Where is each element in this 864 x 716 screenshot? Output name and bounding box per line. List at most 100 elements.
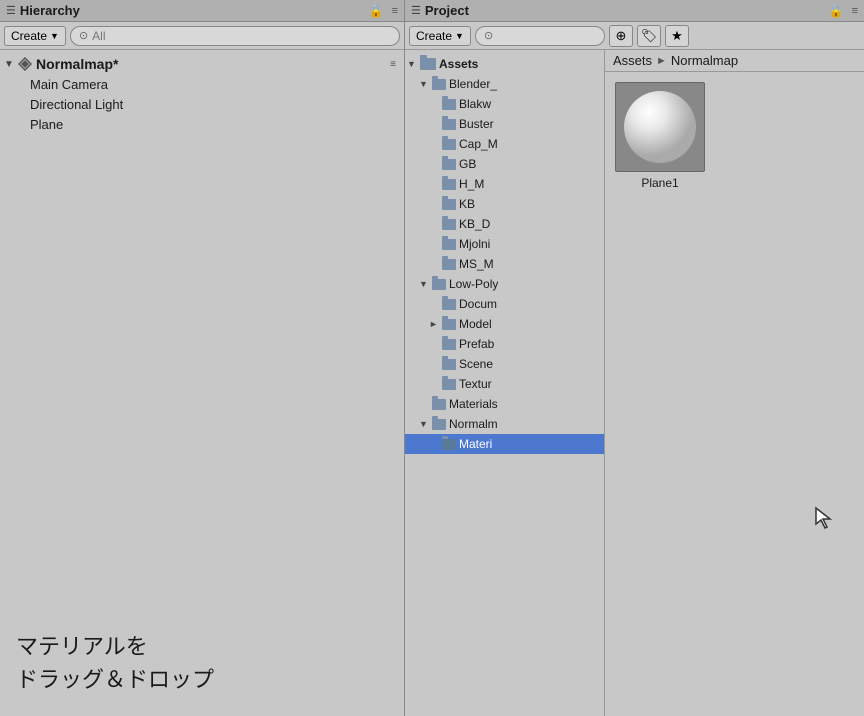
project-menu-icon[interactable]: ≡ — [852, 5, 858, 17]
project-icon-btn-2[interactable]: 🏷 — [637, 25, 661, 47]
scene-label: Scene — [459, 357, 493, 371]
project-icon-btn-1[interactable]: ⊕ — [609, 25, 633, 47]
tree-item-materi[interactable]: Materi — [405, 434, 604, 454]
ms-m-folder-icon — [442, 259, 456, 270]
hierarchy-item-plane[interactable]: Plane — [0, 114, 404, 134]
materials-expand-icon — [419, 399, 429, 409]
sphere-preview-icon — [620, 87, 700, 167]
tree-item-blakw[interactable]: Blakw — [405, 94, 604, 114]
tree-item-mjolni[interactable]: Mjolni — [405, 234, 604, 254]
cap-m-label: Cap_M — [459, 137, 498, 151]
prefab-label: Prefab — [459, 337, 494, 351]
tree-item-hm[interactable]: H_M — [405, 174, 604, 194]
tree-item-blender[interactable]: ▼ Blender_ — [405, 74, 604, 94]
hierarchy-scene-root[interactable]: ▼ Normalmap* ≡ — [0, 54, 404, 74]
docum-expand-icon — [429, 299, 439, 309]
docum-label: Docum — [459, 297, 497, 311]
hierarchy-search-box[interactable]: ⊙ — [70, 26, 400, 46]
hierarchy-item-main-camera[interactable]: Main Camera — [0, 74, 404, 94]
tree-item-assets[interactable]: ▼ Assets — [405, 54, 604, 74]
tree-item-kb[interactable]: KB — [405, 194, 604, 214]
normalm-folder-icon — [432, 419, 446, 430]
tree-item-normalm[interactable]: ▼ Normalm — [405, 414, 604, 434]
hierarchy-options-icon[interactable]: ≡ — [390, 59, 396, 70]
asset-thumbnail-plane1 — [615, 82, 705, 172]
buster-expand-icon — [429, 119, 439, 129]
model-expand-icon: ► — [429, 319, 439, 329]
materi-expand-icon — [429, 439, 439, 449]
hierarchy-title-bar: ☰ Hierarchy 🔒 ≡ — [0, 0, 404, 22]
tree-item-docum[interactable]: Docum — [405, 294, 604, 314]
tree-item-cap-m[interactable]: Cap_M — [405, 134, 604, 154]
kb-folder-icon — [442, 199, 456, 210]
cursor-area — [605, 404, 864, 716]
cap-m-folder-icon — [442, 139, 456, 150]
scene-expand-icon — [429, 359, 439, 369]
blender-label: Blender_ — [449, 77, 497, 91]
hierarchy-search-input[interactable] — [92, 29, 391, 43]
kb-expand-icon — [429, 199, 439, 209]
asset-name-plane1: Plane1 — [641, 176, 678, 190]
project-lines-icon: ☰ — [411, 4, 421, 17]
tree-item-buster[interactable]: Buster — [405, 114, 604, 134]
tree-item-model[interactable]: ► Model — [405, 314, 604, 334]
low-poly-folder-icon — [432, 279, 446, 290]
prefab-expand-icon — [429, 339, 439, 349]
tree-item-scene[interactable]: Scene — [405, 354, 604, 374]
gb-folder-icon — [442, 159, 456, 170]
tree-item-low-poly[interactable]: ▼ Low-Poly — [405, 274, 604, 294]
assets-label: Assets — [439, 57, 478, 71]
tree-item-textur[interactable]: Textur — [405, 374, 604, 394]
materi-label: Materi — [459, 437, 492, 451]
hierarchy-create-arrow: ▼ — [50, 31, 59, 41]
hierarchy-item-directional-light[interactable]: Directional Light — [0, 94, 404, 114]
low-poly-label: Low-Poly — [449, 277, 498, 291]
hierarchy-menu-icon[interactable]: ≡ — [392, 5, 398, 17]
hierarchy-panel: ☰ Hierarchy 🔒 ≡ Create ▼ ⊙ ▼ — [0, 0, 405, 716]
main-camera-label: Main Camera — [30, 77, 108, 92]
scene-name-label: Normalmap* — [36, 56, 118, 72]
unity-logo-icon — [18, 57, 32, 71]
project-create-button[interactable]: Create ▼ — [409, 26, 471, 46]
tree-item-materials[interactable]: Materials — [405, 394, 604, 414]
hierarchy-create-label: Create — [11, 29, 47, 43]
project-content: ▼ Assets ▼ Blender_ Blakw — [405, 50, 864, 716]
project-icon-btn-3[interactable]: ★ — [665, 25, 689, 47]
model-folder-icon — [442, 319, 456, 330]
tree-item-prefab[interactable]: Prefab — [405, 334, 604, 354]
normalm-expand-icon: ▼ — [419, 419, 429, 429]
model-label: Model — [459, 317, 492, 331]
materials-label: Materials — [449, 397, 498, 411]
low-poly-expand-icon: ▼ — [419, 279, 429, 289]
project-create-label: Create — [416, 29, 452, 43]
hierarchy-search-icon: ⊙ — [79, 29, 88, 42]
project-search-box[interactable]: ⊙ — [475, 26, 605, 46]
project-search-input[interactable] — [497, 29, 596, 43]
project-toolbar: Create ▼ ⊙ ⊕ 🏷 ★ — [405, 22, 864, 50]
hierarchy-create-button[interactable]: Create ▼ — [4, 26, 66, 46]
asset-item-plane1[interactable]: Plane1 — [615, 82, 705, 190]
kb-d-label: KB_D — [459, 217, 490, 231]
hierarchy-lock-icon: 🔒 — [369, 4, 384, 18]
project-create-arrow: ▼ — [455, 31, 464, 41]
directional-light-label: Directional Light — [30, 97, 123, 112]
hm-expand-icon — [429, 179, 439, 189]
gb-label: GB — [459, 157, 476, 171]
blakw-folder-icon — [442, 99, 456, 110]
mjolni-folder-icon — [442, 239, 456, 250]
tree-item-kb-d[interactable]: KB_D — [405, 214, 604, 234]
ms-m-expand-icon — [429, 259, 439, 269]
buster-label: Buster — [459, 117, 494, 131]
mjolni-label: Mjolni — [459, 237, 490, 251]
tree-item-gb[interactable]: GB — [405, 154, 604, 174]
textur-expand-icon — [429, 379, 439, 389]
kb-d-folder-icon — [442, 219, 456, 230]
tree-item-ms-m[interactable]: MS_M — [405, 254, 604, 274]
japanese-line-2: ドラッグ＆ドロップ — [16, 663, 388, 696]
blakw-label: Blakw — [459, 97, 491, 111]
project-title-bar: ☰ Project 🔒 ≡ — [405, 0, 864, 22]
kb-d-expand-icon — [429, 219, 439, 229]
textur-folder-icon — [442, 379, 456, 390]
blakw-expand-icon — [429, 99, 439, 109]
prefab-folder-icon — [442, 339, 456, 350]
